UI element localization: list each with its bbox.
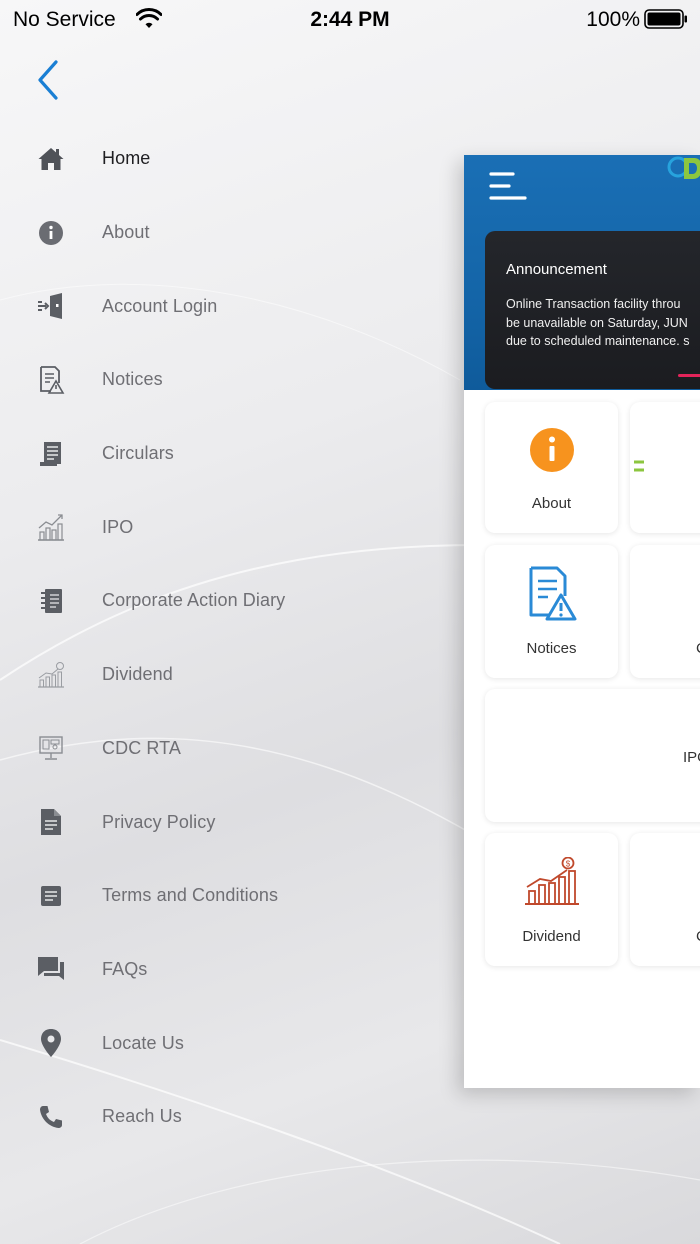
- menu-item-label: Privacy Policy: [102, 811, 216, 832]
- menu-item-reach-us[interactable]: Reach Us: [0, 1080, 460, 1154]
- rta-monitor-icon: [36, 733, 66, 763]
- menu-item-locate-us[interactable]: Locate Us: [0, 1006, 460, 1080]
- menu-item-label: Reach Us: [102, 1106, 182, 1127]
- menu-item-label: Terms and Conditions: [102, 885, 279, 906]
- app-logo: [667, 156, 700, 179]
- status-bar: No Service 2:44 PM 100%: [0, 0, 700, 40]
- announcement-line: due to scheduled maintenance. s: [506, 334, 690, 348]
- tile-label: Notices: [526, 640, 577, 657]
- menu-item-label: IPO: [102, 516, 134, 537]
- circular-document-icon: [36, 439, 66, 469]
- chat-bubbles-icon: [36, 954, 66, 984]
- announcement-title: Announcement: [506, 261, 607, 278]
- menu-item-label: FAQs: [102, 958, 148, 979]
- back-button[interactable]: [28, 56, 68, 104]
- chevron-left-icon: [38, 60, 58, 100]
- tile-label: About: [531, 495, 572, 512]
- tile-label: IPO: [683, 749, 700, 766]
- terms-icon: [36, 881, 66, 911]
- battery-icon: [644, 9, 687, 29]
- announcement-card[interactable]: Announcement Online Transaction facility…: [485, 231, 700, 389]
- announcement-line: Online Transaction facility throu: [506, 297, 681, 311]
- menu-item-home[interactable]: Home: [0, 122, 460, 196]
- ipo-chart-icon: [36, 512, 66, 542]
- announcement-line: be unavailable on Saturday, JUN: [506, 315, 688, 330]
- tile-label-clipped: C: [696, 928, 700, 945]
- side-menu: Home About Account Login Notices Circula…: [0, 122, 460, 1154]
- info-icon: [36, 218, 66, 248]
- notice-document-icon: [529, 566, 577, 621]
- menu-item-terms-and-conditions[interactable]: Terms and Conditions: [0, 859, 460, 933]
- announcement-body: Online Transaction facility throu be una…: [506, 295, 700, 351]
- menu-item-label: About: [102, 222, 150, 243]
- menu-item-account-login[interactable]: Account Login: [0, 269, 460, 343]
- svg-text:$: $: [566, 860, 571, 869]
- home-icon: [36, 144, 66, 174]
- tile-cdc-rta[interactable]: C: [630, 833, 700, 966]
- tile-about[interactable]: About: [485, 402, 618, 533]
- menu-item-privacy-policy[interactable]: Privacy Policy: [0, 785, 460, 859]
- menu-item-label: Notices: [102, 369, 163, 390]
- tile-account-login[interactable]: [630, 402, 700, 533]
- dividend-chart-icon: [36, 660, 66, 690]
- menu-item-label: Account Login: [102, 295, 218, 316]
- info-icon: [530, 428, 574, 472]
- menu-item-label: Locate Us: [102, 1032, 184, 1053]
- menu-item-corporate-action-diary[interactable]: Corporate Action Diary: [0, 564, 460, 638]
- location-pin-icon: [36, 1028, 66, 1058]
- menu-item-circulars[interactable]: Circulars: [0, 417, 460, 491]
- tile-notices[interactable]: Notices: [485, 545, 618, 678]
- preview-header: Announcement Online Transaction facility…: [464, 155, 700, 390]
- menu-item-cdc-rta[interactable]: CDC RTA: [0, 712, 460, 786]
- diary-icon: [36, 586, 66, 616]
- tile-circulars[interactable]: C: [630, 545, 700, 678]
- main-screen-preview[interactable]: Announcement Online Transaction facility…: [464, 155, 700, 1088]
- battery-percentage: 100%: [586, 8, 640, 31]
- menu-item-notices[interactable]: Notices: [0, 343, 460, 417]
- tile-dividend[interactable]: $ Dividend: [485, 833, 618, 966]
- menu-item-dividend[interactable]: Dividend: [0, 638, 460, 712]
- menu-item-label: Dividend: [102, 664, 173, 685]
- carousel-indicator: [678, 374, 700, 377]
- menu-item-label: Corporate Action Diary: [102, 590, 286, 611]
- dividend-chart-icon: $: [525, 857, 579, 905]
- login-arrow-icon: [634, 460, 644, 472]
- tile-ipo[interactable]: IPO: [485, 689, 700, 822]
- notice-document-icon: [36, 365, 66, 395]
- menu-item-label: CDC RTA: [102, 737, 182, 758]
- tile-label-clipped: C: [696, 640, 700, 657]
- login-door-icon: [36, 291, 66, 321]
- menu-item-faqs[interactable]: FAQs: [0, 933, 460, 1007]
- privacy-document-icon: [36, 807, 66, 837]
- menu-item-ipo[interactable]: IPO: [0, 490, 460, 564]
- tile-label: Dividend: [522, 928, 581, 945]
- menu-item-label: Circulars: [102, 443, 174, 464]
- menu-item-label: Home: [102, 148, 151, 169]
- hamburger-menu-icon[interactable]: [488, 171, 530, 203]
- phone-icon: [36, 1102, 66, 1132]
- menu-item-about[interactable]: About: [0, 196, 460, 270]
